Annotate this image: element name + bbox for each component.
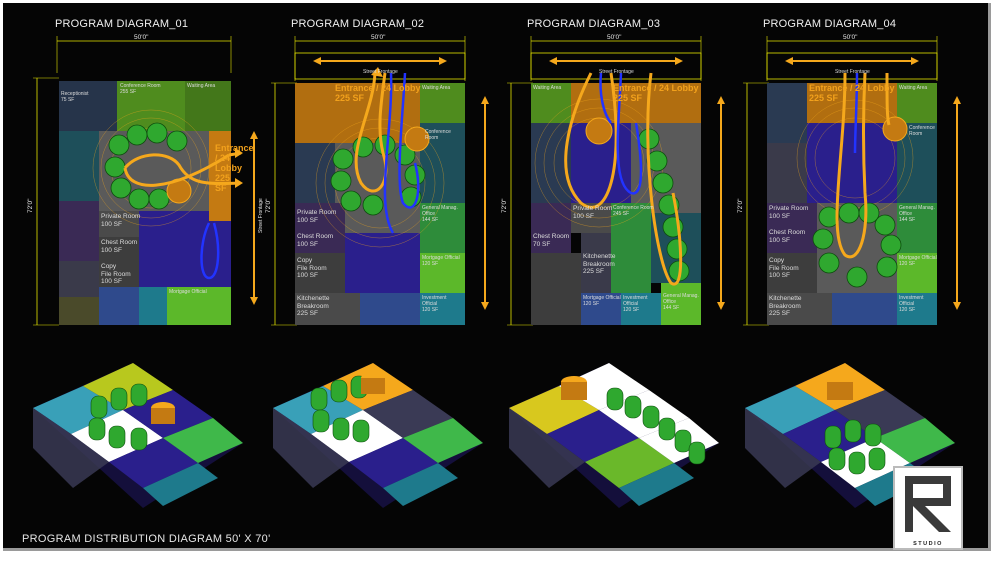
plan-drawing-04 [743,36,961,326]
plan-diagram-03: 50'0" 72'0" Street Frontage Waiting Area… [501,33,741,333]
width-dimension-label: 50'0" [843,34,858,41]
logo-mark-icon [905,476,951,532]
isometric-drawing-02 [273,363,483,508]
diagram-title-04: PROGRAM DIAGRAM_04 [763,18,897,30]
room-label-entrance: Entrance / 24 Lobby 225 SF [613,83,699,103]
isometric-drawing-03 [509,363,719,508]
room-label-reception: Receptionist 75 SF [61,91,89,103]
diagram-title-02: PROGRAM DIAGRAM_02 [291,18,425,30]
plan-diagram-02: 50'0" 72'0" Street Frontage Entrance / 2… [265,33,505,333]
room-label-kitchenette: Kitchenette Breakroom 225 SF [769,295,802,317]
room-label-kitchenette: Kitchenette Breakroom 225 SF [583,253,616,275]
plan-drawing-01 [33,36,258,326]
diagram-title-03: PROGRAM DIAGRAM_03 [527,18,661,30]
room-label-chest: Chest Room 100 SF [297,233,334,248]
isometric-view-02 [253,348,493,548]
room-label-entrance: Entrance / 24 Lobby 225 SF [215,143,254,193]
isometric-view-03 [489,348,729,548]
room-label-copy: Copy File Room 100 SF [297,257,327,279]
room-label-general: General Manag. Office 144 SF [899,205,935,223]
room-label-kitchenette: Kitchenette Breakroom 225 SF [297,295,330,317]
room-label-chest: Chest Room 100 SF [101,239,138,254]
room-label-chest: Chest Room 100 SF [769,229,806,244]
room-label-chest: Chest Room 70 SF [533,233,570,248]
room-label-waiting: Waiting Area [899,85,928,91]
height-dimension-label: 72'0" [265,198,272,213]
studio-logo-icon: STUDIO [893,466,963,550]
room-label-waiting: Waiting Area [533,85,562,91]
isometric-view-01 [13,348,253,548]
room-label-private: Private Room 100 SF [297,209,337,224]
height-dimension-label: 72'0" [27,198,34,213]
diagram-title-01: PROGRAM DIAGRAM_01 [55,18,189,30]
width-dimension-label: 50'0" [371,34,386,41]
room-label-general: General Manag. Office 144 SF [422,205,458,223]
plan-diagram-04: 50'0" 72'0" Street Frontage Entrance / 2… [737,33,977,333]
room-label-copy: Copy File Room 100 SF [769,257,799,279]
room-label-conference: Conference Room [909,125,935,137]
room-label-mortgage: Mortgage Official 120 SF [583,295,621,307]
room-label-entrance: Entrance / 24 Lobby 225 SF [809,83,895,103]
isometric-drawing-01 [33,363,243,508]
plan-drawing-02 [271,36,489,326]
height-dimension-label: 72'0" [501,198,508,213]
room-label-general: General Manag. Office 144 SF [663,293,699,311]
room-label-mortgage: Mortgage Official 120 SF [422,255,460,267]
width-dimension-label: 50'0" [607,34,622,41]
width-dimension-label: 50'0" [134,34,149,41]
height-dimension-label: 72'0" [737,198,744,213]
room-label-mortgage: Mortgage Official [169,289,207,295]
room-label-entrance: Entrance / 24 Lobby 225 SF [335,83,421,103]
room-label-conference: Conference Room 255 SF [120,83,161,95]
room-label-waiting: Waiting Area [187,83,216,89]
street-frontage-label: Street Frontage [258,198,264,233]
diagram-sheet: PROGRAM DIAGRAM_01 50'0" 72'0" Street Fr… [3,3,991,551]
street-frontage-label: Street Frontage [835,69,870,75]
plan-drawing-03 [507,36,725,326]
room-label-mortgage: Mortgage Official 120 SF [899,255,937,267]
room-label-investment: Investment Official 120 SF [899,295,924,313]
room-label-conference: Conference Room [425,129,451,141]
room-label-private: Private Room 100 SF [573,205,613,220]
room-label-waiting: Waiting Area [422,85,451,91]
plan-diagram-01: 50'0" 72'0" Street Frontage Conference R… [27,33,269,333]
sheet-caption: PROGRAM DISTRIBUTION DIAGRAM 50' X 70' [22,533,271,545]
room-label-private: Private Room 100 SF [101,213,141,228]
street-frontage-label: Street Frontage [599,69,634,75]
street-frontage-label: Street Frontage [363,69,398,75]
room-label-private: Private Room 100 SF [769,205,809,220]
room-label-copy: Copy File Room 100 SF [101,263,131,285]
logo-text: STUDIO [913,541,943,547]
room-label-investment: Investment Official 120 SF [422,295,447,313]
room-label-conference: Conference Room 245 SF [613,205,654,217]
room-label-investment: Investment Official 120 SF [623,295,648,313]
